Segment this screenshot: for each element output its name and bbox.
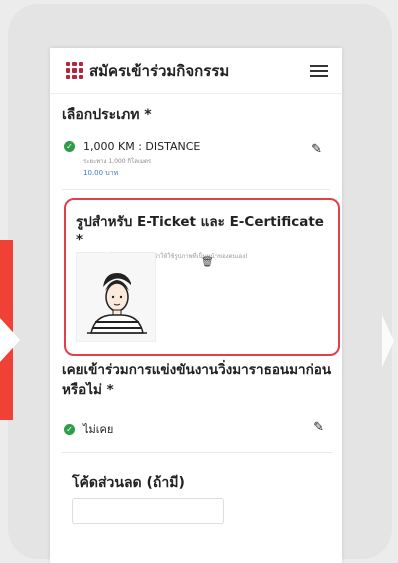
discount-code-input[interactable] [72,498,224,524]
experience-section: เคยเข้าร่วมการแข่งขันงานวิ่งมาราธอนมาก่อ… [62,360,332,453]
edit-pencil-icon[interactable]: ✎ [311,142,322,157]
check-icon: ✓ [64,141,75,152]
type-label: เลือกประเภท * [62,107,152,123]
photo-title: รูปสำหรับ E-Ticket และ E-Certificate * [76,214,324,248]
option-price: 10.00 บาท [83,169,119,177]
left-arrow-icon [0,318,20,362]
selected-experience-option[interactable]: ✓ ไม่เคย ✎ [62,408,332,453]
header-title: สมัครเข้าร่วมกิจกรรม [89,61,230,80]
option-title: 1,000 KM : DISTANCE [83,140,201,153]
photo-upload-section: รูปสำหรับ E-Ticket และ E-Certificate * ค… [64,198,340,356]
app-header: สมัครเข้าร่วมกิจกรรม [50,48,342,94]
experience-answer: ไม่เคย [83,423,114,436]
check-icon: ✓ [64,423,75,435]
logo-icon [66,62,83,79]
selected-type-option[interactable]: ✓ 1,000 KM : DISTANCE ระยะทาง 1,000 กิโล… [62,134,330,190]
edit-pencil-icon[interactable]: ✎ [313,420,324,435]
form-content: เลือกประเภท * ✓ 1,000 KM : DISTANCE ระยะ… [50,94,342,190]
profile-photo[interactable] [76,252,156,342]
trash-icon[interactable]: 🗑 [201,257,214,269]
right-arrow-icon [382,315,394,367]
option-subtitle: ระยะทาง 1,000 กิโลเมตร [83,158,152,165]
hamburger-menu-icon[interactable] [310,64,328,77]
experience-label: เคยเข้าร่วมการแข่งขันงานวิ่งมาราธอนมาก่อ… [62,362,332,398]
discount-label: โค้ดส่วนลด (ถ้ามี) [72,475,185,491]
